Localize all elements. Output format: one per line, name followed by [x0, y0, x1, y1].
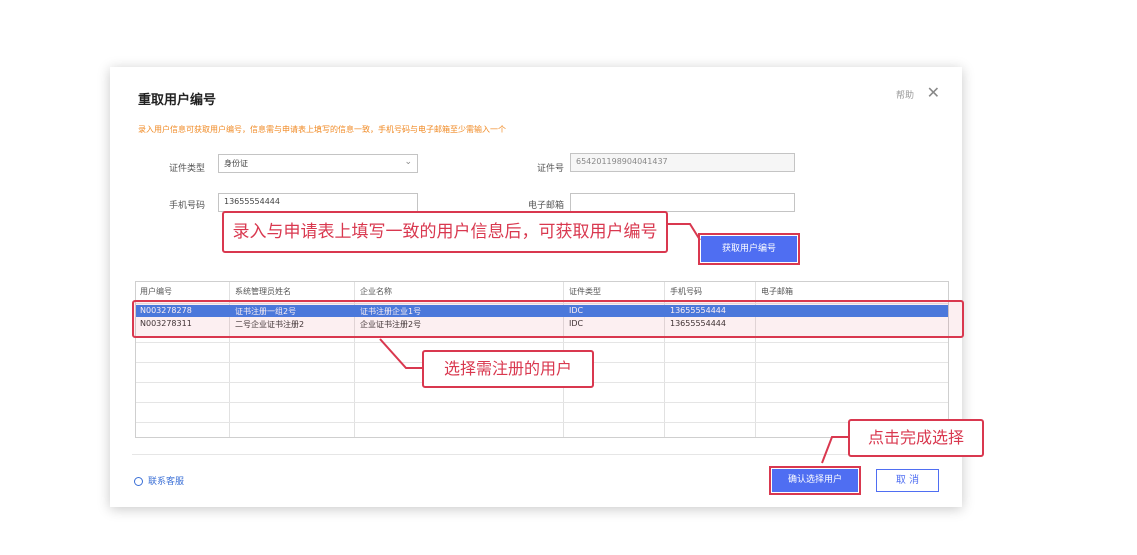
table-header: 用户编号 系统管理员姓名 企业名称 证件类型 手机号码 电子邮箱: [136, 286, 948, 302]
cell-cert-type: IDC: [569, 319, 584, 328]
email-field[interactable]: [570, 193, 795, 212]
id-type-select[interactable]: 身份证 ⌄: [218, 154, 418, 173]
cell-company: 证书注册企业1号: [360, 307, 422, 316]
cell-admin-name: 证书注册一组2号: [235, 307, 297, 316]
footer-divider: [132, 454, 950, 455]
chevron-down-icon: ⌄: [404, 157, 412, 167]
contact-support-label: 联系客服: [148, 477, 185, 487]
table-row[interactable]: N003278278 证书注册一组2号 证书注册企业1号 IDC 1365555…: [136, 305, 948, 317]
cell-cert-type: IDC: [569, 306, 584, 315]
id-number-field[interactable]: 654201198904041437: [570, 153, 795, 172]
phone-label: 手机号码: [168, 201, 205, 211]
cell-company: 企业证书注册2号: [360, 320, 422, 329]
dialog-title: 重取用户编号: [138, 93, 217, 108]
phone-field[interactable]: 13655554444: [218, 193, 418, 212]
column-header-company[interactable]: 企业名称: [360, 286, 392, 297]
cell-admin-name: 二号企业证书注册2: [235, 320, 305, 329]
callout-confirm: 点击完成选择: [848, 419, 984, 457]
notice-text: 录入用户信息可获取用户编号，信息需与申请表上填写的信息一致，手机号码与电子邮箱至…: [138, 125, 506, 134]
cell-user-id: N003278311: [140, 319, 192, 328]
column-header-phone[interactable]: 手机号码: [670, 286, 702, 297]
headset-icon: [134, 477, 143, 486]
callout-fetch-user-id: 录入与申请表上填写一致的用户信息后，可获取用户编号: [222, 211, 668, 253]
cell-phone: 13655554444: [670, 306, 726, 315]
table-row[interactable]: N003278311 二号企业证书注册2 企业证书注册2号 IDC 136555…: [136, 318, 948, 330]
cancel-button[interactable]: 取 消: [876, 469, 939, 492]
confirm-select-user-button[interactable]: 确认选择用户: [769, 466, 861, 495]
id-type-value: 身份证: [224, 159, 248, 168]
help-link[interactable]: 帮助: [896, 88, 914, 101]
contact-support-link[interactable]: 联系客服: [134, 474, 184, 487]
column-header-email[interactable]: 电子邮箱: [761, 286, 793, 297]
id-type-label: 证件类型: [168, 164, 205, 174]
callout-select-user: 选择需注册的用户: [422, 350, 594, 388]
column-header-admin-name[interactable]: 系统管理员姓名: [235, 286, 291, 297]
fetch-user-id-button[interactable]: 获取用户编号: [698, 233, 800, 265]
email-label: 电子邮箱: [527, 201, 564, 211]
close-icon[interactable]: ✕: [927, 83, 940, 102]
cell-phone: 13655554444: [670, 319, 726, 328]
cell-user-id: N003278278: [140, 306, 192, 315]
column-header-cert-type[interactable]: 证件类型: [569, 286, 601, 297]
id-number-label: 证件号: [536, 164, 564, 174]
column-header-user-id[interactable]: 用户编号: [140, 286, 172, 297]
user-id-dialog: 重取用户编号 帮助 ✕ 录入用户信息可获取用户编号，信息需与申请表上填写的信息一…: [110, 67, 962, 507]
